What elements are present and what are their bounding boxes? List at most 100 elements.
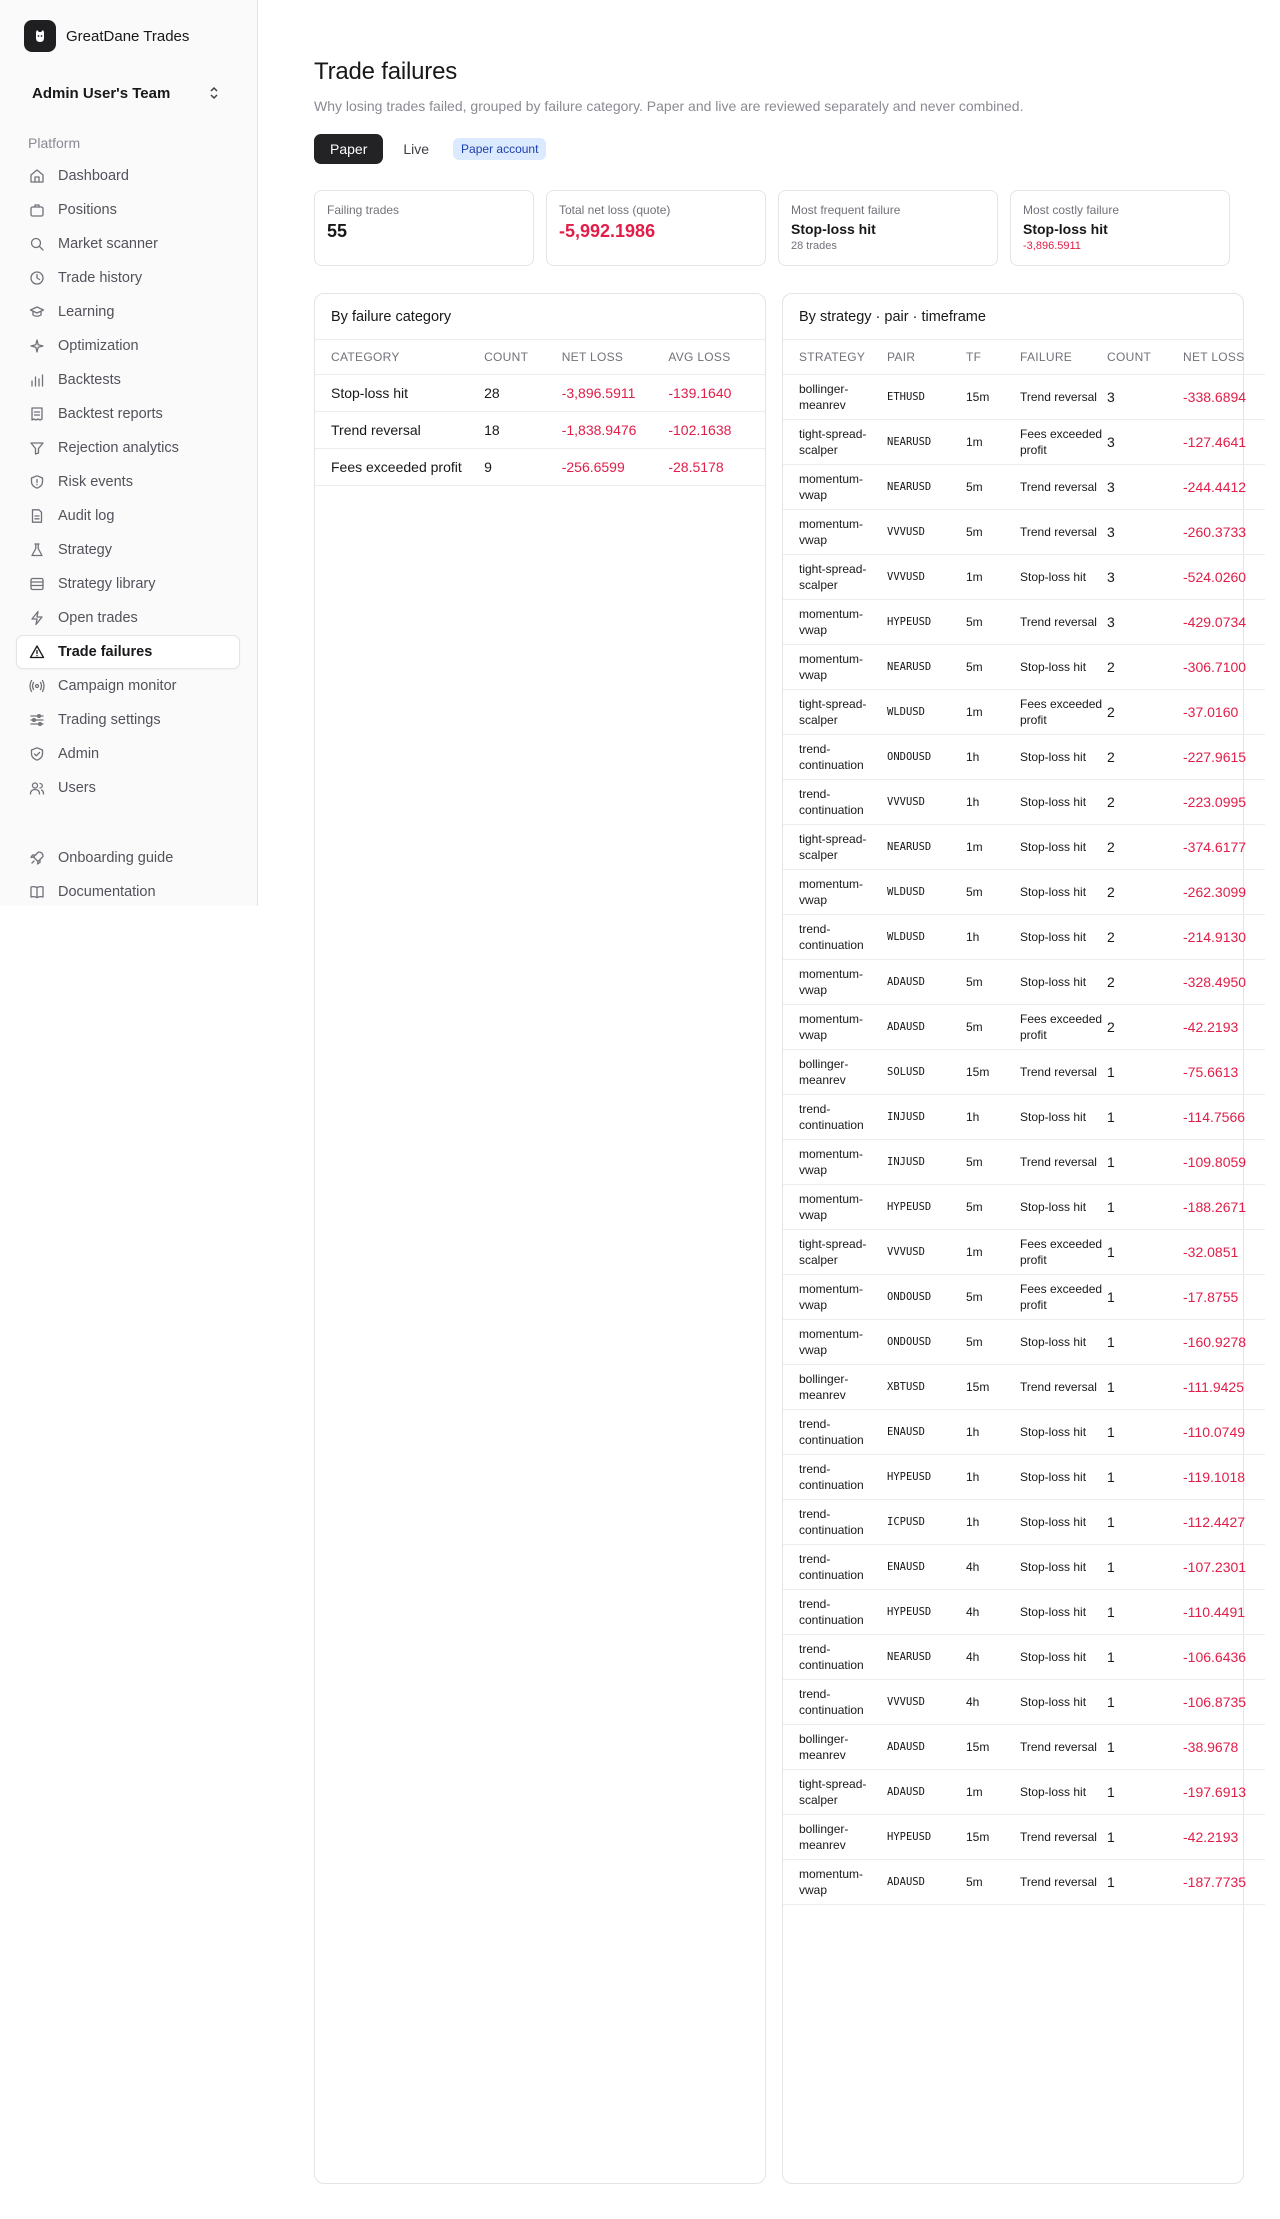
cell-strategy: trend-continuation xyxy=(783,734,887,780)
column-header-tf[interactable]: TF xyxy=(966,340,1020,375)
sidebar-item-dashboard[interactable]: Dashboard xyxy=(16,159,240,193)
sidebar-item-backtests[interactable]: Backtests xyxy=(16,363,240,397)
table-row[interactable]: tight-spread-scalper VVVUSD 1m Fees exceede… xyxy=(783,1229,1265,1275)
table-row[interactable]: trend-continuation ENAUSD 1h Stop-loss hit 1… xyxy=(783,1409,1265,1455)
table-row[interactable]: momentum-vwap HYPEUSD 5m Trend reversal 3 -42… xyxy=(783,599,1265,645)
sidebar-item-strategy[interactable]: Strategy xyxy=(16,533,240,567)
column-header-net-loss[interactable]: NET LOSS xyxy=(561,340,669,375)
table-row[interactable]: Trend reversal 18 -1,838.9476 -102.1638 xyxy=(315,411,765,449)
table-row[interactable]: tight-spread-scalper WLDUSD 1m Fees exceede… xyxy=(783,689,1265,735)
brand[interactable]: GreatDane Trades xyxy=(24,20,189,52)
table-row[interactable]: bollinger-meanrev XBTUSD 15m Trend reversal… xyxy=(783,1364,1265,1410)
cell-tf: 1h xyxy=(966,1409,1020,1455)
table-row[interactable]: trend-continuation VVVUSD 1h Stop-loss hit 2… xyxy=(783,779,1265,825)
sidebar-item-optimization[interactable]: Optimization xyxy=(16,329,240,363)
cell-pair: VVVUSD xyxy=(887,509,966,555)
cell-net-loss: -107.2301 xyxy=(1183,1544,1265,1590)
sidebar-item-backtest-reports[interactable]: Backtest reports xyxy=(16,397,240,431)
table-row[interactable]: momentum-vwap ONDOUSD 5m Fees exceeded prof… xyxy=(783,1274,1265,1320)
sidebar-item-trade-history[interactable]: Trade history xyxy=(16,261,240,295)
sidebar-item-risk-events[interactable]: Risk events xyxy=(16,465,240,499)
sidebar-item-rejection-analytics[interactable]: Rejection analytics xyxy=(16,431,240,465)
table-row[interactable]: bollinger-meanrev SOLUSD 15m Trend reversal… xyxy=(783,1049,1265,1095)
table-row[interactable]: trend-continuation ONDOUSD 1h Stop-loss hit… xyxy=(783,734,1265,780)
tab-live[interactable]: Live xyxy=(387,134,445,164)
table-row[interactable]: Fees exceeded profit 9 -256.6599 -28.5178 xyxy=(315,448,765,486)
sidebar-item-trade-failures[interactable]: Trade failures xyxy=(16,635,240,669)
table-row[interactable]: tight-spread-scalper NEARUSD 1m Fees exceed… xyxy=(783,419,1265,465)
table-row[interactable]: tight-spread-scalper ADAUSD 1m Stop-loss hi… xyxy=(783,1769,1265,1815)
column-header-failure[interactable]: FAILURE xyxy=(1020,340,1107,375)
sidebar-item-learning[interactable]: Learning xyxy=(16,295,240,329)
table-row[interactable]: trend-continuation WLDUSD 1h Stop-loss hit 2… xyxy=(783,914,1265,960)
sidebar-item-campaign-monitor[interactable]: Campaign monitor xyxy=(16,669,240,703)
cell-failure: Trend reversal xyxy=(1020,509,1107,555)
sidebar-item-admin[interactable]: Admin xyxy=(16,737,240,771)
table-row[interactable]: trend-continuation INJUSD 1h Stop-loss hit 1… xyxy=(783,1094,1265,1140)
cell-net-loss: -119.1018 xyxy=(1183,1454,1265,1500)
table-row[interactable]: tight-spread-scalper VVVUSD 1m Stop-loss hi… xyxy=(783,554,1265,600)
table-row[interactable]: momentum-vwap INJUSD 5m Trend reversal 1 -109… xyxy=(783,1139,1265,1185)
radio-icon xyxy=(29,678,45,694)
column-header-avg-loss[interactable]: AVG LOSS xyxy=(668,340,765,375)
cell-net-loss: -38.9678 xyxy=(1183,1724,1265,1770)
column-header-count[interactable]: COUNT xyxy=(1107,340,1183,375)
column-header-net-loss[interactable]: NET LOSS xyxy=(1183,340,1265,375)
stat-value: Stop-loss hit xyxy=(791,221,876,237)
table-row[interactable]: tight-spread-scalper NEARUSD 1m Stop-loss h… xyxy=(783,824,1265,870)
column-header-category[interactable]: CATEGORY xyxy=(315,340,485,375)
table-row[interactable]: momentum-vwap NEARUSD 5m Stop-loss hit 2 -306… xyxy=(783,644,1265,690)
table-row[interactable]: Stop-loss hit 28 -3,896.5911 -139.1640 xyxy=(315,374,765,412)
table-row[interactable]: trend-continuation ENAUSD 4h Stop-loss hit 1… xyxy=(783,1544,1265,1590)
table-row[interactable]: bollinger-meanrev ADAUSD 15m Trend reversal… xyxy=(783,1724,1265,1770)
table-row[interactable]: trend-continuation NEARUSD 4h Stop-loss hit… xyxy=(783,1634,1265,1680)
cell-count: 1 xyxy=(1107,1229,1183,1275)
table-row[interactable]: momentum-vwap ADAUSD 5m Trend reversal 1 -187… xyxy=(783,1859,1265,1905)
cell-count: 1 xyxy=(1107,1859,1183,1905)
team-switcher[interactable]: Admin User's Team xyxy=(16,78,234,108)
sidebar-item-onboarding-guide[interactable]: Onboarding guide xyxy=(16,841,240,875)
sidebar-item-trading-settings[interactable]: Trading settings xyxy=(16,703,240,737)
table-row[interactable]: momentum-vwap NEARUSD 5m Trend reversal 3 -24… xyxy=(783,464,1265,510)
sidebar-item-audit-log[interactable]: Audit log xyxy=(16,499,240,533)
cell-strategy: tight-spread-scalper xyxy=(783,1769,887,1815)
sidebar-item-strategy-library[interactable]: Strategy library xyxy=(16,567,240,601)
table-row[interactable]: momentum-vwap WLDUSD 5m Stop-loss hit 2 -262.… xyxy=(783,869,1265,915)
table-row[interactable]: momentum-vwap ONDOUSD 5m Stop-loss hit 1 -160… xyxy=(783,1319,1265,1365)
table-row[interactable]: momentum-vwap ADAUSD 5m Stop-loss hit 2 -328.… xyxy=(783,959,1265,1005)
cell-failure: Stop-loss hit xyxy=(1020,824,1107,870)
column-header-strategy[interactable]: STRATEGY xyxy=(783,340,887,375)
cell-net-loss: -197.6913 xyxy=(1183,1769,1265,1815)
table-row[interactable]: trend-continuation ICPUSD 1h Stop-loss hit 1… xyxy=(783,1499,1265,1545)
cell-net-loss: -75.6613 xyxy=(1183,1049,1265,1095)
cell-failure: Fees exceeded profit xyxy=(1020,689,1107,735)
sidebar-item-documentation[interactable]: Documentation xyxy=(16,875,240,909)
cell-failure: Fees exceeded profit xyxy=(1020,1004,1107,1050)
cell-tf: 1m xyxy=(966,824,1020,870)
cell-strategy: trend-continuation xyxy=(783,1679,887,1725)
sidebar-item-label: Trade history xyxy=(58,270,143,286)
table-row[interactable]: trend-continuation HYPEUSD 4h Stop-loss hit… xyxy=(783,1589,1265,1635)
receipt-icon xyxy=(29,406,45,422)
table-row[interactable]: momentum-vwap HYPEUSD 5m Stop-loss hit 1 -188… xyxy=(783,1184,1265,1230)
sidebar-item-users[interactable]: Users xyxy=(16,771,240,805)
table-row[interactable]: momentum-vwap VVVUSD 5m Trend reversal 3 -260… xyxy=(783,509,1265,555)
table-row[interactable]: momentum-vwap ADAUSD 5m Fees exceeded profi… xyxy=(783,1004,1265,1050)
cell-count: 2 xyxy=(1107,914,1183,960)
table-row[interactable]: bollinger-meanrev ETHUSD 15m Trend reversal… xyxy=(783,374,1265,420)
column-header-pair[interactable]: PAIR xyxy=(887,340,966,375)
table-row[interactable]: trend-continuation VVVUSD 4h Stop-loss hit 1… xyxy=(783,1679,1265,1725)
sidebar-item-label: Admin xyxy=(58,746,100,762)
sliders-icon xyxy=(29,712,45,728)
sidebar-item-positions[interactable]: Positions xyxy=(16,193,240,227)
sidebar-item-market-scanner[interactable]: Market scanner xyxy=(16,227,240,261)
tab-paper[interactable]: Paper xyxy=(314,134,384,164)
column-header-count[interactable]: COUNT xyxy=(484,340,562,375)
sidebar-item-label: Dashboard xyxy=(58,168,129,184)
cell-count: 3 xyxy=(1107,509,1183,555)
table-row[interactable]: bollinger-meanrev HYPEUSD 15m Trend reversa… xyxy=(783,1814,1265,1860)
account-badge: Paper account xyxy=(453,138,547,160)
table-row[interactable]: trend-continuation HYPEUSD 1h Stop-loss hit… xyxy=(783,1454,1265,1500)
sidebar-item-open-trades[interactable]: Open trades xyxy=(16,601,240,635)
cell-failure: Trend reversal xyxy=(1020,1724,1107,1770)
